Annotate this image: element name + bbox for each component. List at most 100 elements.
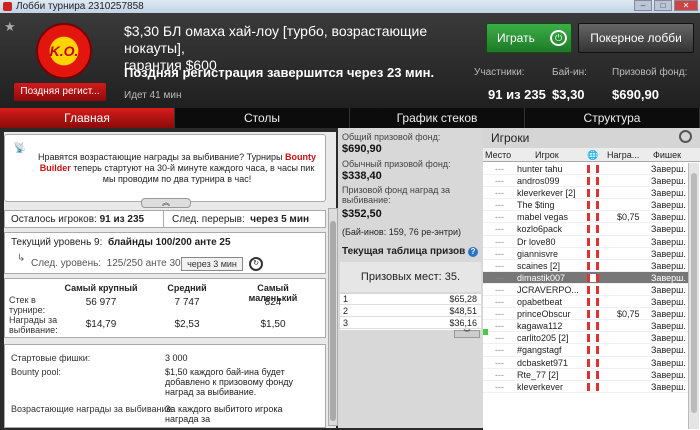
player-name: kagawa112: [517, 321, 563, 332]
player-row[interactable]: --- princeObscur $0,75 Заверш.: [483, 308, 688, 321]
app-icon: [3, 2, 12, 11]
player-status: Заверш.: [651, 369, 686, 380]
player-status: Заверш.: [651, 321, 686, 332]
player-name: Rte_77 [2]: [517, 369, 559, 380]
tab-tables[interactable]: Столы: [175, 108, 350, 128]
refresh-icon[interactable]: ↻: [249, 257, 263, 271]
player-place: ---: [495, 236, 504, 247]
player-name: scaines [2]: [517, 260, 561, 271]
player-row[interactable]: --- The $ting Заверш.: [483, 199, 688, 212]
stat-value-prizepool: $690,90: [612, 87, 659, 102]
player-status: Заверш.: [651, 260, 686, 271]
player-name: Dr love80: [517, 236, 556, 247]
player-row[interactable]: --- JCRAVERPO... Заверш.: [483, 284, 688, 297]
player-name: kleverkever [2]: [517, 188, 576, 199]
help-icon[interactable]: ?: [468, 247, 479, 257]
search-icon[interactable]: [679, 130, 692, 143]
player-row[interactable]: --- Dr love80 Заверш.: [483, 236, 688, 248]
col-bounty[interactable]: Награ...: [607, 148, 639, 162]
minimize-icon[interactable]: –: [634, 0, 652, 11]
stat-label-players: Участники:: [474, 67, 525, 78]
next-break-value: через 5 мин: [250, 214, 310, 225]
expand-icon[interactable]: ︾: [454, 330, 480, 338]
player-name: mabel vegas: [517, 212, 569, 223]
player-row[interactable]: --- kleverkever [2] Заверш.: [483, 187, 688, 200]
player-row[interactable]: --- Rte_77 [2] Заверш.: [483, 369, 688, 381]
flag-icon: [587, 358, 599, 367]
player-status: Заверш.: [651, 188, 686, 199]
player-status: Заверш.: [651, 357, 686, 368]
player-row[interactable]: --- kozlo6pack Заверш.: [483, 223, 688, 236]
player-name: dcbasket971: [517, 357, 569, 368]
player-place: ---: [495, 369, 504, 380]
window-title: Лобби турнира 2310257858: [16, 1, 144, 12]
col-player[interactable]: Игрок: [535, 148, 559, 162]
player-row[interactable]: --- kagawa112 Заверш.: [483, 320, 688, 333]
player-name: JCRAVERPO...: [517, 284, 579, 295]
play-button[interactable]: Играть ⏻: [486, 23, 572, 53]
flag-icon: [587, 165, 599, 173]
player-name: princeObscur: [517, 309, 571, 320]
stat-label-prizepool: Призовой фонд:: [612, 67, 688, 78]
player-status: Заверш.: [651, 248, 686, 259]
player-place: ---: [495, 212, 504, 223]
players-header: Игроки: [483, 128, 700, 148]
status-row: Осталось игроков: 91 из 235 След. переры…: [4, 210, 326, 228]
player-row[interactable]: --- kleverkever Заверш.: [483, 381, 688, 393]
flag-icon: [587, 237, 599, 246]
player-status: Заверш.: [651, 381, 686, 392]
player-place: ---: [495, 224, 504, 235]
player-row[interactable]: --- dcbasket971 Заверш.: [483, 357, 688, 369]
player-place: ---: [495, 272, 504, 283]
player-status: Заверш.: [651, 164, 686, 174]
player-row[interactable]: --- scaines [2] Заверш.: [483, 260, 688, 272]
player-row[interactable]: --- andros099 Заверш.: [483, 175, 688, 188]
player-place: ---: [495, 188, 504, 199]
left-scrollbar[interactable]: [328, 208, 338, 426]
flag-icon: [587, 334, 599, 343]
close-icon[interactable]: ✕: [674, 0, 698, 11]
tab-structure[interactable]: Структура: [525, 108, 700, 128]
player-name: #gangstagf: [517, 345, 562, 356]
player-row[interactable]: --- carlito205 [2] Заверш.: [483, 332, 688, 345]
collapse-icon[interactable]: ︽: [141, 198, 191, 208]
player-status: Заверш.: [651, 212, 686, 223]
globe-icon[interactable]: 🌐: [587, 148, 598, 162]
next-level-time-button[interactable]: через 3 мин: [181, 257, 243, 271]
player-place: ---: [495, 260, 504, 271]
prize-list: 1 $65,28 2 $48,51 3 $36,16: [340, 294, 481, 330]
bounty-prize-value: $352,50: [342, 208, 382, 220]
col-chips[interactable]: Фишек: [653, 148, 681, 162]
col-place[interactable]: Место: [485, 148, 511, 162]
player-place: ---: [495, 176, 504, 187]
player-name: The $ting: [517, 200, 555, 211]
splitter-handle[interactable]: [483, 329, 488, 335]
late-registration-notice: Поздняя регистрация завершится через 23 …: [124, 65, 435, 80]
late-registration-button[interactable]: Поздняя регист...: [14, 83, 106, 101]
favorite-star-icon[interactable]: ★: [4, 19, 16, 35]
flag-icon: [587, 249, 599, 258]
tab-main[interactable]: Главная: [0, 108, 175, 128]
player-status: Заверш.: [651, 200, 686, 211]
prize-table-link[interactable]: Текущая таблица призов ?: [342, 246, 479, 257]
poker-lobby-button[interactable]: Покерное лобби: [578, 23, 694, 53]
player-status: Заверш.: [651, 284, 686, 295]
players-columns: Место Игрок 🌐 Награ... Фишек: [483, 148, 700, 162]
player-row[interactable]: --- mabel vegas $0,75 Заверш.: [483, 211, 688, 224]
maximize-icon[interactable]: □: [654, 0, 672, 11]
player-name: dimastik007: [517, 272, 566, 283]
flag-icon: [587, 201, 599, 210]
player-row[interactable]: --- opabetbeat Заверш.: [483, 296, 688, 309]
flag-icon: [587, 322, 599, 331]
player-row[interactable]: --- hunter tahu Заверш.: [483, 163, 688, 176]
player-row[interactable]: --- dimastik007 Заверш.: [483, 271, 688, 284]
flag-icon: [587, 189, 599, 198]
players-list: --- hunter tahu Заверш. --- andros099 Заверш.…: [483, 163, 688, 393]
player-row[interactable]: --- #gangstagf Заверш.: [483, 344, 688, 357]
players-scrollbar[interactable]: [688, 163, 699, 429]
player-row[interactable]: --- giannisvre Заверш.: [483, 248, 688, 260]
flag-icon: [587, 310, 599, 319]
player-place: ---: [495, 200, 504, 211]
tab-stack-graph[interactable]: График стеков: [350, 108, 525, 128]
tournament-header: ★ K.O. Поздняя регист... $3,30 БЛ омаха …: [0, 13, 700, 108]
